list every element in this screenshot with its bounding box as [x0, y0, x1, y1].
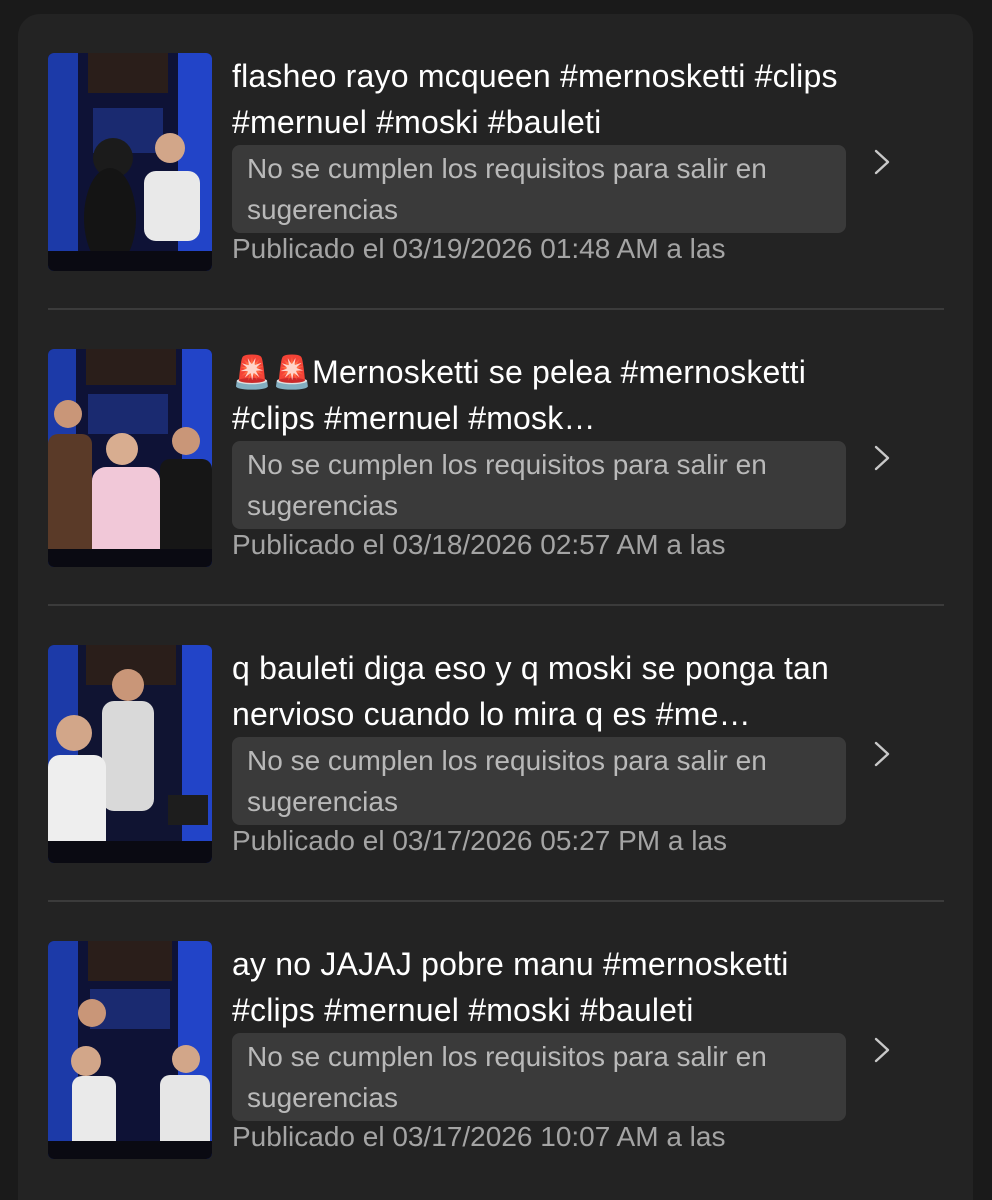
chevron-right-icon[interactable]	[870, 737, 894, 771]
chevron-right-icon[interactable]	[870, 441, 894, 475]
ineligibility-notice: No se cumplen los requisitos para salir …	[232, 737, 846, 825]
ineligibility-notice: No se cumplen los requisitos para salir …	[232, 145, 846, 233]
video-list-item[interactable]: flasheo rayo mcqueen #mernosketti #clips…	[18, 14, 973, 310]
video-list-item[interactable]: q bauleti diga eso y q moski se ponga ta…	[18, 606, 973, 902]
video-thumbnail[interactable]	[48, 941, 212, 1159]
video-title: ay no JAJAJ pobre manu #mernosketti #cli…	[232, 946, 789, 1028]
publish-date: Publicado el 03/17/2026 10:07 AM a las	[232, 1121, 726, 1152]
video-title: flasheo rayo mcqueen #mernosketti #clips…	[232, 58, 838, 140]
chevron-right-icon[interactable]	[870, 1033, 894, 1067]
video-thumbnail[interactable]	[48, 349, 212, 567]
video-thumbnail[interactable]	[48, 53, 212, 271]
ineligibility-notice: No se cumplen los requisitos para salir …	[232, 1033, 846, 1121]
publish-date: Publicado el 03/19/2026 01:48 AM a las	[232, 233, 726, 264]
chevron-right-icon[interactable]	[870, 145, 894, 179]
video-list-panel: flasheo rayo mcqueen #mernosketti #clips…	[18, 14, 973, 1200]
video-list-item[interactable]: 🚨🚨Mernosketti se pelea #mernosketti #cli…	[18, 310, 973, 606]
ineligibility-notice: No se cumplen los requisitos para salir …	[232, 441, 846, 529]
video-title: q bauleti diga eso y q moski se ponga ta…	[232, 650, 830, 732]
video-title: 🚨🚨Mernosketti se pelea #mernosketti #cli…	[232, 354, 807, 436]
publish-date: Publicado el 03/18/2026 02:57 AM a las	[232, 529, 726, 560]
video-list-item[interactable]: ay no JAJAJ pobre manu #mernosketti #cli…	[18, 902, 973, 1198]
video-thumbnail[interactable]	[48, 645, 212, 863]
publish-date: Publicado el 03/17/2026 05:27 PM a las	[232, 825, 728, 856]
